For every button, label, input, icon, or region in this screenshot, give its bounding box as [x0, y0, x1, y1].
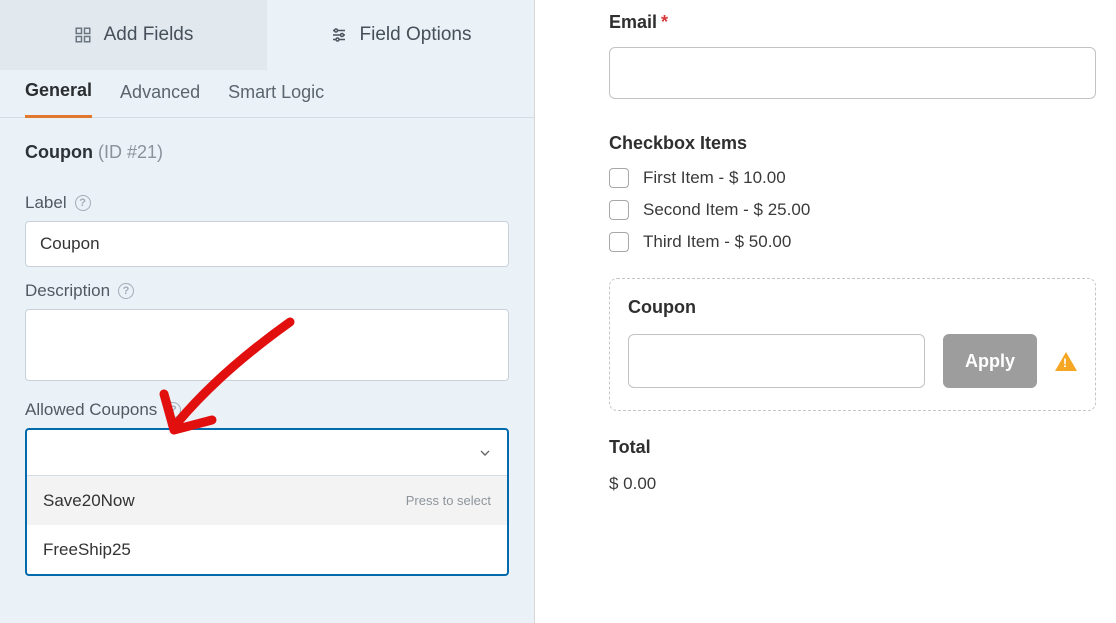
help-icon[interactable]: ? [118, 283, 134, 299]
help-icon[interactable]: ? [75, 195, 91, 211]
total-label: Total [609, 437, 1096, 458]
description-input[interactable] [25, 309, 509, 381]
sub-tab-advanced[interactable]: Advanced [120, 82, 200, 117]
coupon-option-save20now[interactable]: Save20Now Press to select [27, 476, 507, 525]
email-label-text: Email [609, 12, 657, 33]
coupon-option-freeship25[interactable]: FreeShip25 [27, 525, 507, 574]
tab-field-options-label: Field Options [360, 24, 472, 46]
chevron-down-icon [477, 445, 493, 461]
sub-tab-smart-logic[interactable]: Smart Logic [228, 82, 324, 117]
email-label: Email * [609, 12, 1096, 33]
checkbox-item[interactable]: Second Item - $ 25.00 [609, 200, 1096, 220]
label-input[interactable] [25, 221, 509, 267]
total-section: Total $ 0.00 [609, 437, 1096, 494]
coupon-field-preview[interactable]: Coupon Apply [609, 278, 1096, 411]
checkbox-text: Third Item - $ 50.00 [643, 232, 791, 252]
label-section-title: Label ? [25, 193, 509, 213]
description-title-text: Description [25, 281, 110, 301]
checkbox-box[interactable] [609, 232, 629, 252]
left-sidebar: Add Fields Field Options General Advance… [0, 0, 534, 623]
coupon-row: Apply [628, 334, 1077, 388]
sliders-icon [330, 26, 348, 44]
allowed-coupons-title: Allowed Coupons ? [25, 400, 509, 420]
checkbox-box[interactable] [609, 200, 629, 220]
checkbox-items-label: Checkbox Items [609, 133, 1096, 154]
sub-tabs: General Advanced Smart Logic [0, 70, 534, 118]
coupon-input[interactable] [628, 334, 925, 388]
sub-tab-general[interactable]: General [25, 80, 92, 118]
option-label: FreeShip25 [43, 540, 131, 560]
select-control[interactable] [27, 430, 507, 476]
allowed-coupons-title-text: Allowed Coupons [25, 400, 157, 420]
checkbox-list: First Item - $ 10.00 Second Item - $ 25.… [609, 168, 1096, 252]
field-id: (ID #21) [98, 142, 163, 162]
tab-field-options[interactable]: Field Options [267, 0, 534, 70]
tab-add-fields-label: Add Fields [104, 24, 194, 46]
checkbox-item[interactable]: Third Item - $ 50.00 [609, 232, 1096, 252]
apply-button[interactable]: Apply [943, 334, 1037, 388]
total-value: $ 0.00 [609, 474, 1096, 494]
label-title-text: Label [25, 193, 67, 213]
option-label: Save20Now [43, 491, 135, 511]
coupon-label: Coupon [628, 297, 1077, 318]
app-root: Add Fields Field Options General Advance… [0, 0, 1116, 623]
form-preview: Email * Checkbox Items First Item - $ 10… [535, 0, 1116, 623]
field-form: Label ? Description ? Allowed Coupons ? … [0, 179, 534, 576]
checkbox-box[interactable] [609, 168, 629, 188]
required-asterisk: * [661, 12, 668, 33]
help-icon[interactable]: ? [165, 402, 181, 418]
checkbox-text: Second Item - $ 25.00 [643, 200, 810, 220]
field-heading: Coupon (ID #21) [0, 118, 534, 179]
primary-tabs: Add Fields Field Options [0, 0, 534, 70]
field-name: Coupon [25, 142, 93, 162]
email-input[interactable] [609, 47, 1096, 99]
checkbox-item[interactable]: First Item - $ 10.00 [609, 168, 1096, 188]
press-to-select-hint: Press to select [406, 493, 491, 508]
allowed-coupons-select[interactable]: Save20Now Press to select FreeShip25 [25, 428, 509, 576]
checkbox-text: First Item - $ 10.00 [643, 168, 786, 188]
description-section-title: Description ? [25, 281, 509, 301]
grid-icon [74, 26, 92, 44]
tab-add-fields[interactable]: Add Fields [0, 0, 267, 70]
warning-icon [1055, 352, 1077, 371]
